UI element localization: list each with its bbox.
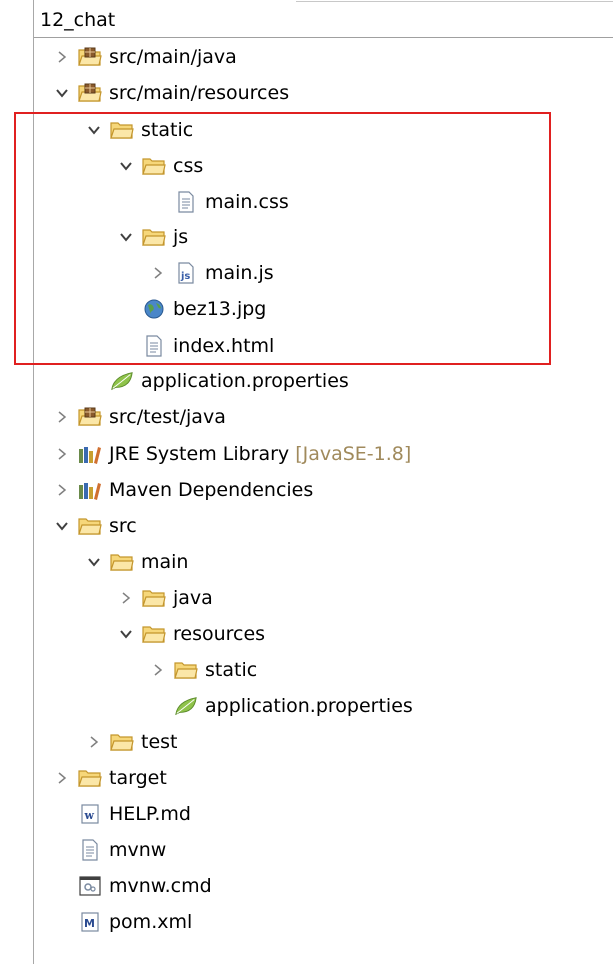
folder-icon — [110, 730, 134, 754]
chevron-right-icon[interactable] — [52, 47, 72, 67]
tree-item[interactable]: java — [116, 580, 213, 616]
tree-item[interactable]: mvnw — [52, 832, 166, 868]
folder-icon — [78, 766, 102, 790]
toggle-spacer — [84, 371, 104, 391]
chevron-down-icon[interactable] — [52, 516, 72, 536]
tree-item[interactable]: static — [148, 652, 257, 688]
tree-item-label: mvnw — [109, 839, 167, 861]
tree-item-label: pom.xml — [109, 911, 193, 933]
package-folder-icon — [78, 81, 102, 105]
tree-item-decoration: [JavaSE-1.8] — [295, 443, 412, 465]
folder-icon — [110, 550, 134, 574]
toggle-spacer — [52, 804, 72, 824]
folder-icon — [142, 622, 166, 646]
tree-item-label: JRE System Library — [109, 443, 290, 465]
tree-item-label: src/main/java — [109, 46, 237, 68]
package-folder-icon — [78, 45, 102, 69]
tree-item[interactable]: application.properties — [148, 688, 413, 724]
tree-item-label: src/test/java — [109, 406, 226, 428]
chevron-down-icon[interactable] — [116, 624, 136, 644]
spring-leaf-icon — [174, 694, 198, 718]
maven-file-icon: M — [78, 910, 102, 934]
folder-icon — [174, 658, 198, 682]
tree-item-label: resources — [173, 623, 266, 645]
tree-item-label: target — [109, 767, 167, 789]
toggle-spacer — [148, 696, 168, 716]
tree-item[interactable]: test — [84, 724, 178, 760]
tree-item[interactable]: src/main/java — [52, 39, 237, 75]
package-folder-icon — [78, 405, 102, 429]
toggle-spacer — [52, 912, 72, 932]
word-file-icon: w — [78, 802, 102, 826]
spring-leaf-icon — [110, 369, 134, 393]
chevron-right-icon[interactable] — [84, 732, 104, 752]
tree-item[interactable]: resources — [116, 616, 265, 652]
chevron-right-icon[interactable] — [148, 660, 168, 680]
toggle-spacer — [52, 840, 72, 860]
chevron-right-icon[interactable] — [52, 444, 72, 464]
svg-text:w: w — [84, 809, 95, 822]
tree-item[interactable]: mvnw.cmd — [52, 868, 212, 904]
library-icon — [78, 442, 102, 466]
folder-icon — [78, 514, 102, 538]
tree-item-label: application.properties — [205, 695, 413, 717]
tree-item[interactable]: Maven Dependencies — [52, 472, 313, 508]
toggle-spacer — [52, 876, 72, 896]
tree-item-label: src/main/resources — [109, 82, 290, 104]
library-icon — [78, 478, 102, 502]
tree-item-label: src — [109, 515, 137, 537]
chevron-right-icon[interactable] — [116, 588, 136, 608]
tree-item-label: main — [141, 551, 189, 573]
tree-item[interactable]: Mpom.xml — [52, 904, 192, 940]
tree-item-label: java — [173, 587, 213, 609]
chevron-right-icon[interactable] — [52, 407, 72, 427]
chevron-right-icon[interactable] — [52, 768, 72, 788]
highlight-rectangle — [14, 112, 551, 365]
tree-item-label: test — [141, 731, 178, 753]
tree-item[interactable]: target — [52, 760, 167, 796]
tree-item[interactable]: src/test/java — [52, 399, 226, 435]
tree-item-label: application.properties — [141, 370, 349, 392]
tree-item-label: HELP.md — [109, 803, 191, 825]
package-explorer: 12_chat src/main/java src/main/resources s… — [0, 0, 613, 964]
tree-item[interactable]: w HELP.md — [52, 796, 191, 832]
chevron-right-icon[interactable] — [52, 480, 72, 500]
tree-item[interactable]: src — [52, 508, 137, 544]
svg-text:M: M — [84, 917, 95, 930]
folder-icon — [142, 586, 166, 610]
tree-item[interactable]: main — [84, 544, 188, 580]
text-file-icon — [78, 838, 102, 862]
tree-item-label: static — [205, 659, 258, 681]
tree-item-label: Maven Dependencies — [109, 479, 314, 501]
tree-item[interactable]: JRE System Library [JavaSE-1.8] — [52, 436, 411, 472]
chevron-down-icon[interactable] — [84, 552, 104, 572]
cmd-file-icon — [78, 874, 102, 898]
tree-item[interactable]: src/main/resources — [52, 75, 289, 111]
chevron-down-icon[interactable] — [52, 83, 72, 103]
tree-item-label: mvnw.cmd — [109, 875, 212, 897]
tree-item[interactable]: application.properties — [84, 363, 349, 399]
